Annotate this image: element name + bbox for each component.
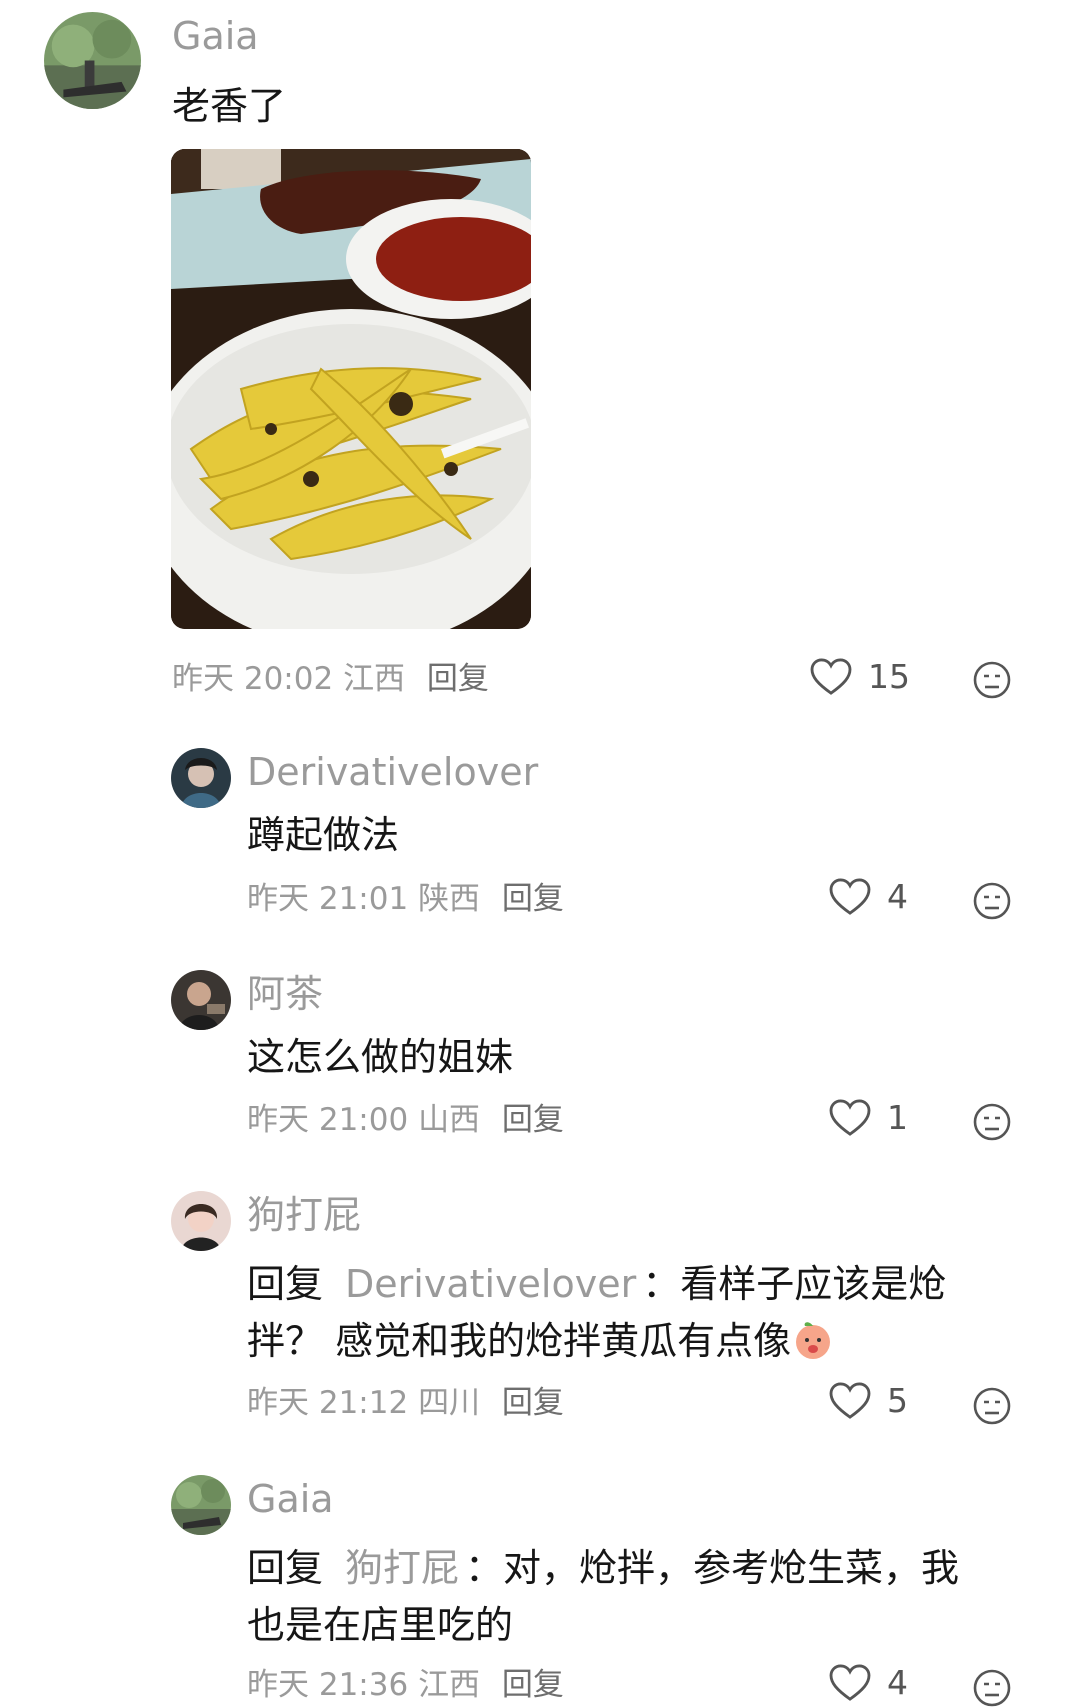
reply-4-text: 回复 狗打屁 ：对，炝拌，参考炝生菜，我 也是在店里吃的 [247,1546,960,1647]
comment-meta: 昨天 20:02 江西 回复 [172,660,489,698]
dislike-face-icon[interactable] [972,1386,1012,1426]
reply-2-text: 这怎么做的姐妹 [247,1035,514,1079]
reply-3-like-button[interactable]: 5 [829,1381,908,1420]
avatar-reply-2[interactable] [171,970,231,1030]
comment-like-button[interactable]: 15 [810,657,910,696]
reply-1-location: 陕西 [418,881,481,917]
reply-3-author-name[interactable]: 狗打屁 [247,1193,361,1237]
avatar-reply-1[interactable] [171,748,231,808]
reply-3-like-count: 5 [887,1381,908,1420]
reply-4-time: 昨天 21:36 [247,1667,409,1703]
reply-1-reply-button[interactable]: 回复 [502,881,564,917]
dislike-face-icon[interactable] [972,881,1012,921]
reply-2-reply-button[interactable]: 回复 [502,1102,564,1138]
comment-like-count: 15 [868,657,910,696]
reply-2-author-name[interactable]: 阿茶 [247,972,323,1016]
reply-4-reply-button[interactable]: 回复 [502,1667,564,1703]
reply-2-location: 山西 [418,1102,481,1138]
heart-outline-icon [829,1381,871,1419]
reply-1-like-count: 4 [887,877,908,916]
dislike-face-icon[interactable] [972,1102,1012,1142]
reply-1-like-button[interactable]: 4 [829,877,908,916]
comment-reply-button[interactable]: 回复 [427,661,489,697]
comment-text: 老香了 [172,84,287,128]
reply-4-target-user[interactable]: 狗打屁 [345,1546,459,1590]
comment-photo[interactable] [171,149,531,629]
reply-1-time: 昨天 21:01 [247,881,409,917]
reply-3-meta: 昨天 21:12 四川 回复 [247,1384,564,1422]
reply-2-like-count: 1 [887,1098,908,1137]
dislike-face-icon[interactable] [972,660,1012,700]
comment-location: 江西 [343,661,406,697]
comment-time: 昨天 20:02 [172,661,334,697]
reply-3-prefix: 回复 [247,1262,324,1306]
dislike-face-icon[interactable] [972,1668,1012,1708]
reply-3-text: 回复 Derivativelover ：看样子应该是炝 拌？ 感觉和我的炝拌黄瓜有点… [247,1262,947,1363]
reply-3-time: 昨天 21:12 [247,1385,409,1421]
reply-2-meta: 昨天 21:00 山西 回复 [247,1101,564,1139]
reply-4-meta: 昨天 21:36 江西 回复 [247,1666,564,1704]
reply-4-author-name[interactable]: Gaia [247,1477,334,1521]
reply-2-time: 昨天 21:00 [247,1102,409,1138]
heart-outline-icon [829,1098,871,1136]
reply-4-prefix: 回复 [247,1546,324,1590]
heart-outline-icon [829,877,871,915]
avatar-reply-4[interactable] [171,1475,231,1535]
reply-4-text-line1: 对，炝拌，参考炝生菜，我 [503,1546,960,1590]
reply-3-text-line2: 拌？ 感觉和我的炝拌黄瓜有点像 [247,1319,792,1363]
reply-4-location: 江西 [418,1667,481,1703]
comment-author-name[interactable]: Gaia [172,14,259,58]
reply-3-location: 四川 [418,1385,481,1421]
reply-1-meta: 昨天 21:01 陕西 回复 [247,880,564,918]
reply-3-target-user[interactable]: Derivativelover [345,1262,636,1306]
reply-3-text-line1: 看样子应该是炝 [680,1262,947,1306]
reply-4-like-count: 4 [887,1663,908,1702]
reply-2-like-button[interactable]: 1 [829,1098,908,1137]
avatar-reply-3[interactable] [171,1191,231,1251]
reply-1-text: 蹲起做法 [247,813,400,857]
reply-1-author-name[interactable]: Derivativelover [247,750,538,794]
reply-4-like-button[interactable]: 4 [829,1663,908,1702]
avatar-main-author[interactable] [44,12,141,109]
reply-3-reply-button[interactable]: 回复 [502,1385,564,1421]
heart-outline-icon [829,1663,871,1701]
reply-4-text-line2: 也是在店里吃的 [247,1603,514,1647]
peach-emoji-icon [796,1322,831,1359]
heart-outline-icon [810,657,852,695]
